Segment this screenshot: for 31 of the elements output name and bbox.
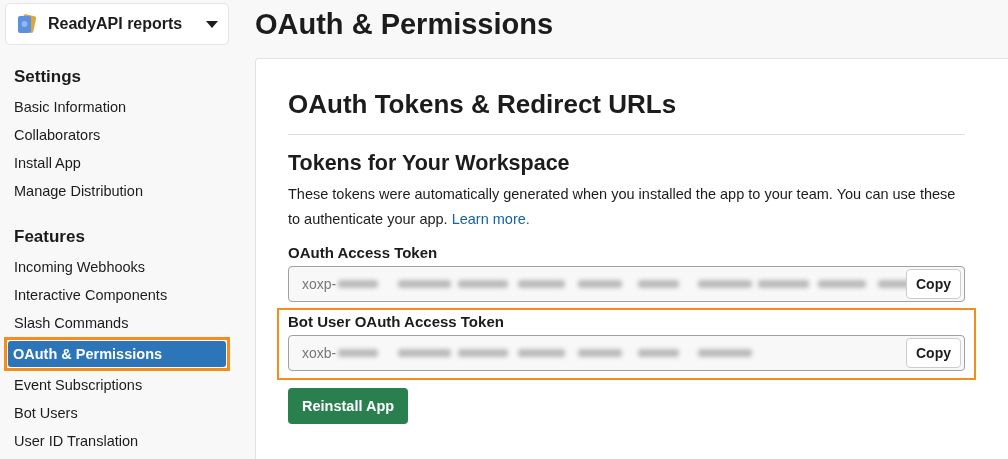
description: These tokens were automatically generated when you installed the app to your team. You can use these to authenticate your app. Learn more. bbox=[288, 185, 957, 229]
field-label: OAuth Access Token bbox=[288, 244, 439, 261]
section-heading: Features bbox=[14, 227, 86, 247]
field-label: Bot User OAuth Access Token bbox=[288, 313, 505, 330]
token-field[interactable]: xoxb- Copy bbox=[288, 335, 965, 371]
token-prefix: xoxp- bbox=[302, 276, 337, 292]
sidebar-item[interactable]: User ID Translation bbox=[5, 427, 229, 455]
sidebar-item[interactable]: OAuth & Permissions bbox=[8, 341, 226, 367]
sidebar-item[interactable]: Incoming Webhooks bbox=[5, 253, 229, 281]
reinstall-app-button[interactable]: Reinstall App bbox=[288, 388, 409, 424]
page-title: OAuth & Permissions bbox=[255, 7, 555, 42]
sidebar-item[interactable]: Manage Distribution bbox=[5, 177, 229, 205]
sidebar-item[interactable]: Bot Users bbox=[5, 399, 229, 427]
copy-button[interactable]: Copy bbox=[906, 269, 961, 299]
learn-more-link[interactable]: Learn more. bbox=[451, 211, 530, 227]
app-icon bbox=[16, 13, 38, 35]
sidebar-item[interactable]: Event Subscriptions bbox=[5, 371, 229, 399]
token-field[interactable]: xoxp- Copy bbox=[288, 266, 965, 302]
caret-icon bbox=[206, 20, 218, 28]
section-title: Tokens for Your Workspace bbox=[288, 151, 571, 176]
workspace-name: ReadyAPI reports bbox=[48, 15, 184, 33]
card-title: OAuth Tokens & Redirect URLs bbox=[288, 89, 965, 135]
copy-button[interactable]: Copy bbox=[906, 338, 961, 368]
token-prefix: xoxb- bbox=[302, 345, 337, 361]
sidebar-item[interactable]: Basic Information bbox=[5, 93, 229, 121]
section-heading: Settings bbox=[14, 67, 83, 87]
sidebar-item[interactable]: Slash Commands bbox=[5, 309, 229, 337]
sidebar-item[interactable]: Install App bbox=[5, 149, 229, 177]
workspace-switcher[interactable]: ReadyAPI reports bbox=[5, 3, 229, 45]
sidebar-item[interactable]: Collaborators bbox=[5, 121, 229, 149]
sidebar-item[interactable]: Interactive Components bbox=[5, 281, 229, 309]
